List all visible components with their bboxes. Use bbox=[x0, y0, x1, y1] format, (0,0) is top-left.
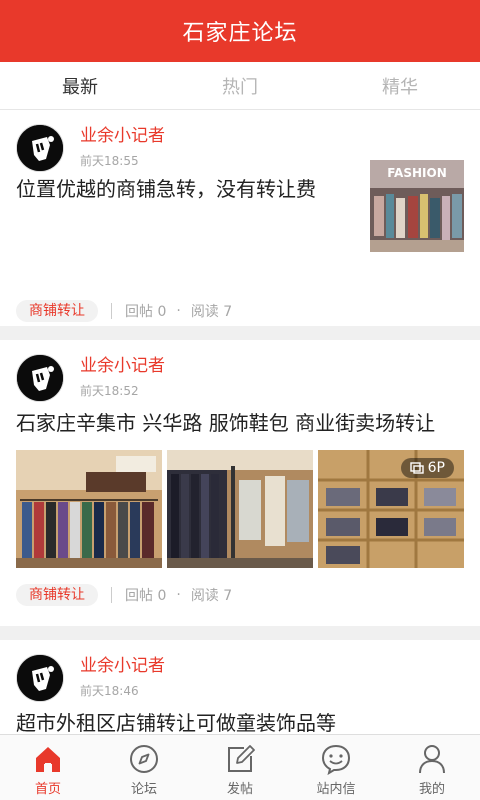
app-header: 石家庄论坛 bbox=[0, 0, 480, 62]
nav-forum[interactable]: 论坛 bbox=[96, 735, 192, 800]
nav-messages[interactable]: 站内信 bbox=[288, 735, 384, 800]
category-tag[interactable]: 商铺转让 bbox=[16, 584, 98, 606]
nav-label: 站内信 bbox=[316, 782, 356, 797]
avatar-image bbox=[17, 655, 63, 701]
tab-latest[interactable]: 最新 bbox=[0, 62, 160, 109]
post-feed[interactable]: 业余小记者 前天18:55 位置优越的商铺急转，没有转让费 FASHION 商铺… bbox=[0, 110, 480, 734]
bottom-nav: 首页 论坛 发帖 站内信 我的 bbox=[0, 734, 480, 800]
nav-profile[interactable]: 我的 bbox=[384, 735, 480, 800]
home-icon bbox=[36, 747, 60, 772]
avatar[interactable] bbox=[16, 654, 64, 702]
feed-divider bbox=[0, 326, 480, 340]
feed-divider bbox=[0, 626, 480, 640]
author-info: 业余小记者 前天18:52 bbox=[80, 354, 165, 399]
app-screen: 石家庄论坛 最新 热门 精华 业余小记者 前天18:55 位置优越的商铺急转，没… bbox=[0, 0, 480, 800]
avatar-image bbox=[17, 355, 63, 401]
post-image-grid: 6P bbox=[16, 450, 464, 568]
post-time: 前天18:46 bbox=[80, 684, 139, 698]
reply-count: 回帖 0 bbox=[125, 304, 167, 320]
post-image[interactable] bbox=[16, 450, 162, 568]
avatar-image bbox=[17, 125, 63, 171]
nav-label: 发帖 bbox=[226, 782, 253, 797]
author-name[interactable]: 业余小记者 bbox=[80, 654, 165, 678]
post-title[interactable]: 位置优越的商铺急转，没有转让费 bbox=[16, 174, 331, 204]
title-row: 位置优越的商铺急转，没有转让费 FASHION bbox=[16, 160, 464, 252]
nav-label: 我的 bbox=[418, 782, 445, 797]
tab-featured[interactable]: 精华 bbox=[320, 62, 480, 109]
image-count: 6P bbox=[427, 460, 445, 476]
tab-bar: 最新 热门 精华 bbox=[0, 62, 480, 110]
compose-icon bbox=[228, 745, 255, 772]
nav-label: 首页 bbox=[34, 782, 61, 797]
meta-separator bbox=[111, 303, 112, 319]
fashion-store-image: FASHION bbox=[370, 160, 464, 252]
author-info: 业余小记者 前天18:55 bbox=[80, 124, 165, 169]
compass-icon bbox=[130, 745, 158, 773]
post-meta: 商铺转让 回帖 0 · 阅读 7 bbox=[16, 296, 232, 326]
author-info: 业余小记者 前天18:46 bbox=[80, 654, 165, 699]
post-thumbnail[interactable]: FASHION bbox=[370, 160, 464, 252]
fashion-sign-text: FASHION bbox=[387, 166, 447, 180]
author-row: 业余小记者 前天18:52 bbox=[16, 340, 464, 402]
author-name[interactable]: 业余小记者 bbox=[80, 124, 165, 148]
post-card[interactable]: 业余小记者 前天18:55 位置优越的商铺急转，没有转让费 FASHION 商铺… bbox=[0, 110, 480, 326]
meta-separator bbox=[111, 587, 112, 603]
nav-compose[interactable]: 发帖 bbox=[192, 735, 288, 800]
post-time: 前天18:55 bbox=[80, 154, 139, 168]
post-meta: 商铺转让 回帖 0 · 阅读 7 bbox=[16, 580, 464, 610]
avatar[interactable] bbox=[16, 124, 64, 172]
store-shelf-image bbox=[167, 450, 313, 568]
nav-label: 论坛 bbox=[130, 782, 157, 797]
image-count-badge: 6P bbox=[400, 458, 454, 478]
author-name[interactable]: 业余小记者 bbox=[80, 354, 165, 378]
category-tag[interactable]: 商铺转让 bbox=[16, 300, 98, 322]
post-image[interactable] bbox=[167, 450, 313, 568]
post-image[interactable]: 6P bbox=[318, 450, 464, 568]
read-count: 阅读 7 bbox=[190, 304, 233, 320]
post-time: 前天18:52 bbox=[80, 384, 139, 398]
store-clothing-rack-image bbox=[16, 450, 162, 568]
read-count: 阅读 7 bbox=[190, 588, 233, 604]
meta-dot: · bbox=[176, 303, 181, 319]
meta-dot: · bbox=[176, 587, 181, 603]
user-icon bbox=[419, 745, 445, 774]
nav-home[interactable]: 首页 bbox=[0, 735, 96, 800]
post-title[interactable]: 石家庄辛集市 兴华路 服饰鞋包 商业街卖场转让 bbox=[16, 408, 464, 438]
reply-count: 回帖 0 bbox=[125, 588, 167, 604]
post-card[interactable]: 业余小记者 前天18:52 石家庄辛集市 兴华路 服饰鞋包 商业街卖场转让 6P… bbox=[0, 340, 480, 626]
post-card[interactable]: 业余小记者 前天18:46 超市外租区店铺转让可做童装饰品等 bbox=[0, 640, 480, 734]
post-title[interactable]: 超市外租区店铺转让可做童装饰品等 bbox=[16, 708, 464, 734]
message-face-icon bbox=[321, 744, 351, 775]
page-title: 石家庄论坛 bbox=[182, 21, 298, 46]
avatar[interactable] bbox=[16, 354, 64, 402]
gallery-icon bbox=[409, 462, 424, 474]
tab-hot[interactable]: 热门 bbox=[160, 62, 320, 109]
author-row: 业余小记者 前天18:46 bbox=[16, 640, 464, 702]
